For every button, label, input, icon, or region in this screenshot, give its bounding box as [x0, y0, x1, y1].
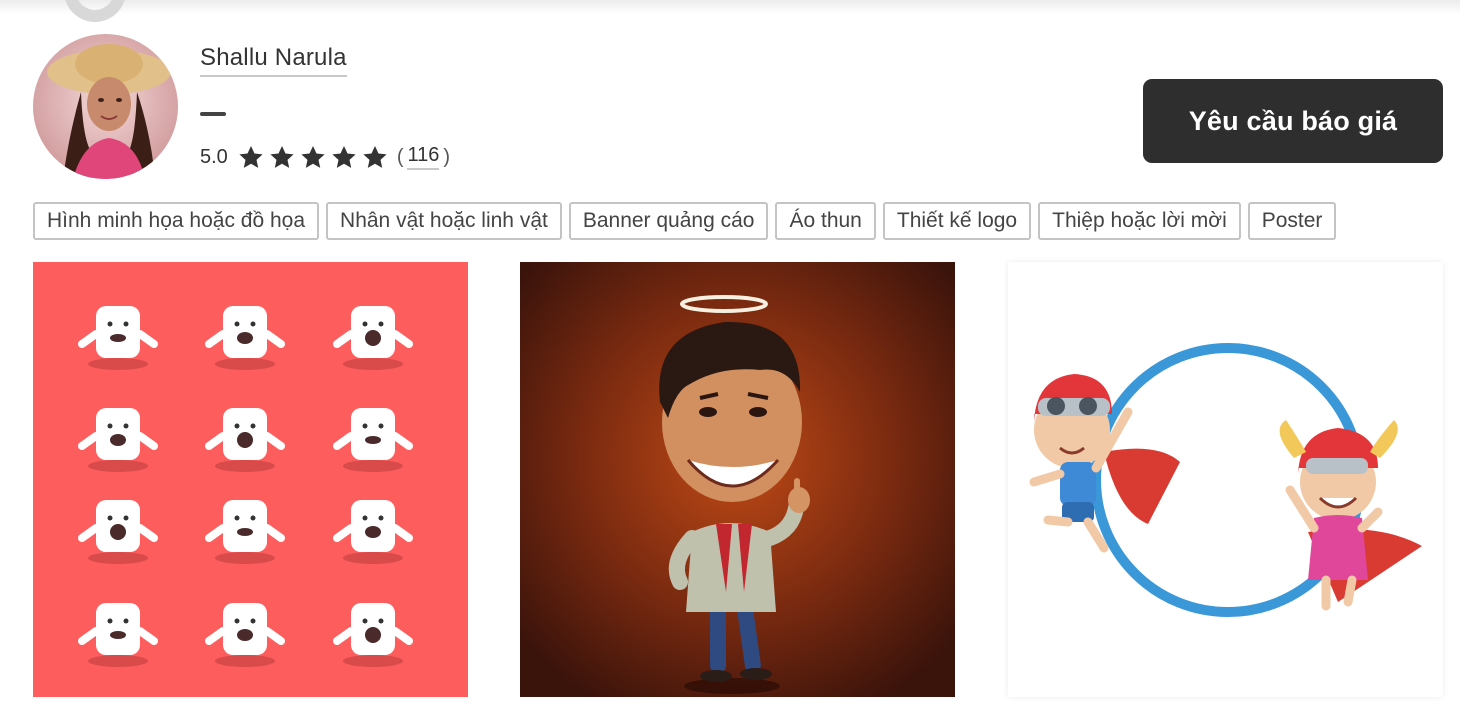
superhero-kids-image	[1008, 262, 1443, 697]
mascot-sticker	[205, 500, 285, 564]
star-icon	[239, 145, 263, 168]
rating-value: 5.0	[200, 145, 228, 168]
mascot-sticker-sheet-image	[78, 306, 413, 667]
review-count-open: (	[396, 145, 404, 168]
designer-name-link[interactable]: Shallu Narula	[200, 44, 347, 77]
caricature-portrait-image	[520, 262, 955, 697]
star-icon	[270, 145, 294, 168]
avatar[interactable]	[33, 34, 178, 179]
mascot-sticker	[205, 306, 285, 370]
skill-tags: Hình minh họa hoặc đồ họa Nhân vật hoặc l…	[33, 202, 1337, 240]
designer-profile-card: Shallu Narula 5.0 ( 116 ) Yêu cầu báo gi…	[0, 0, 1460, 701]
mascot-sticker	[78, 603, 158, 667]
mascot-sticker	[333, 500, 413, 564]
mascot-sticker	[78, 306, 158, 370]
mascot-sticker	[333, 306, 413, 370]
previous-card-edge	[0, 0, 1460, 14]
portfolio-item-2[interactable]	[520, 262, 955, 697]
star-rating	[237, 144, 389, 171]
skill-tag[interactable]: Poster	[1247, 202, 1337, 240]
star-icon	[363, 145, 387, 168]
portfolio-item-3[interactable]	[1008, 262, 1443, 697]
location-placeholder-dash	[200, 112, 226, 116]
star-icon	[332, 145, 356, 168]
skill-tag[interactable]: Nhân vật hoặc linh vật	[326, 202, 562, 240]
skill-tag[interactable]: Banner quảng cáo	[568, 202, 769, 240]
mascot-sticker	[78, 408, 158, 472]
skill-tag[interactable]: Thiết kế logo	[882, 202, 1032, 240]
review-count-close: )	[443, 145, 451, 168]
mascot-sticker	[333, 603, 413, 667]
mascot-sticker	[205, 603, 285, 667]
mascot-sticker	[78, 500, 158, 564]
portfolio-item-1[interactable]	[33, 262, 468, 697]
review-count-link[interactable]: 116	[407, 144, 440, 170]
mascot-sticker	[205, 408, 285, 472]
skill-tag[interactable]: Hình minh họa hoặc đồ họa	[33, 202, 320, 240]
skill-tag[interactable]: Áo thun	[775, 202, 876, 240]
request-quote-button[interactable]: Yêu cầu báo giá	[1143, 79, 1443, 163]
mascot-sticker	[333, 408, 413, 472]
star-icon	[301, 145, 325, 168]
rating-row: 5.0 ( 116 )	[200, 142, 450, 172]
skill-tag[interactable]: Thiệp hoặc lời mời	[1038, 202, 1241, 240]
previous-card-glyph	[64, 0, 126, 22]
